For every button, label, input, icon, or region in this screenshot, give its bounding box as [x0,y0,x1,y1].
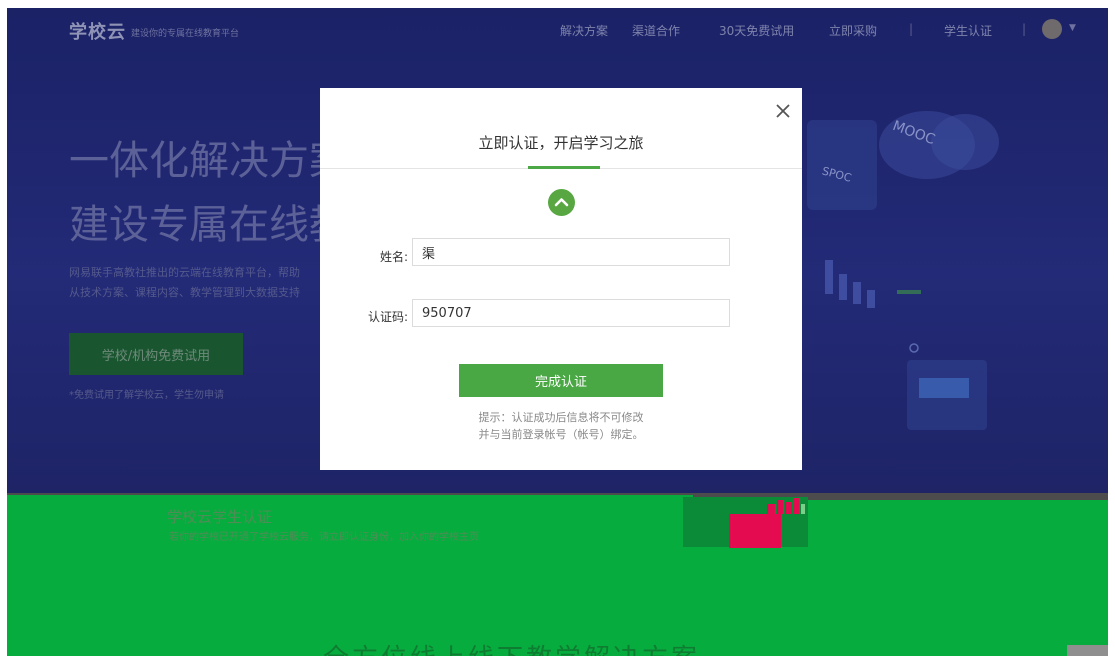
bar-chart-icon [825,260,875,308]
nav-separator: | [1022,22,1027,36]
nav-link-student-auth[interactable]: 学生认证 [944,22,992,39]
hero-title-line2: 建设专属在线教 [69,202,349,248]
free-trial-button[interactable]: 学校/机构免费试用 [69,333,243,375]
nav-link-channel[interactable]: 渠道合作 [632,22,680,39]
nav-link-solutions[interactable]: 解决方案 [560,22,608,39]
auth-modal: 立即认证，开启学习之旅 姓名: 认证码: 完成认证 提示：认证成功后信息将不可修… [320,88,802,470]
auth-code-input[interactable] [412,299,730,327]
corner-block [1067,645,1108,656]
hero-illustration: MOOC SPOC [807,111,999,430]
top-nav: 学校云 建设你的专属在线教育平台 解决方案 渠道合作 30天免费试用 立即采购 … [7,8,1108,43]
device-panel [807,120,877,210]
name-label: 姓名: [379,250,408,264]
avatar[interactable] [1042,19,1062,39]
nav-separator: | [909,22,914,36]
pink-artifact [767,498,805,514]
hero-description-line2: 从技术方案、课程内容、教学管理到大数据支持 [69,286,300,299]
top-border [7,0,1108,8]
close-icon[interactable] [774,102,792,120]
modal-title-underline [528,166,600,169]
node-dot [909,343,919,353]
chevron-up-icon [548,189,575,216]
page: 学校云 建设你的专属在线教育平台 解决方案 渠道合作 30天免费试用 立即采购 … [7,0,1108,656]
device-screen [919,378,969,398]
nav-link-free-trial[interactable]: 30天免费试用 [719,22,794,39]
trial-note: *免费试用了解学校云，学生勿申请 [69,390,224,401]
hint-line1: 提示：认证成功后信息将不可修改 [478,411,644,424]
section-subtitle: 若你的学校已开通了学校云服务，请立即认证身份，加入你的学校主页 [169,532,479,543]
chevron-down-icon[interactable]: ▼ [1069,23,1076,33]
code-label: 认证码: [367,310,408,324]
complete-auth-button[interactable]: 完成认证 [459,364,663,397]
hint-line2: 并与当前登录帐号（帐号）绑定。 [478,428,644,441]
site-tagline: 建设你的专属在线教育平台 [131,29,240,39]
nav-link-purchase[interactable]: 立即采购 [829,22,877,39]
modal-title: 立即认证，开启学习之旅 [478,134,644,152]
hero-description-line1: 网易联手高教社推出的云端在线教育平台，帮助 [69,266,300,279]
section-heading: 全方位线上线下教学解决方案 [323,638,700,656]
section-title: 学校云学生认证 [167,508,273,526]
name-input[interactable] [412,238,730,266]
pink-overlay [729,514,781,548]
site-logo[interactable]: 学校云 [69,18,126,44]
accent-bar [897,290,921,294]
hero-title-line1: 一体化解决方案 [69,138,349,184]
